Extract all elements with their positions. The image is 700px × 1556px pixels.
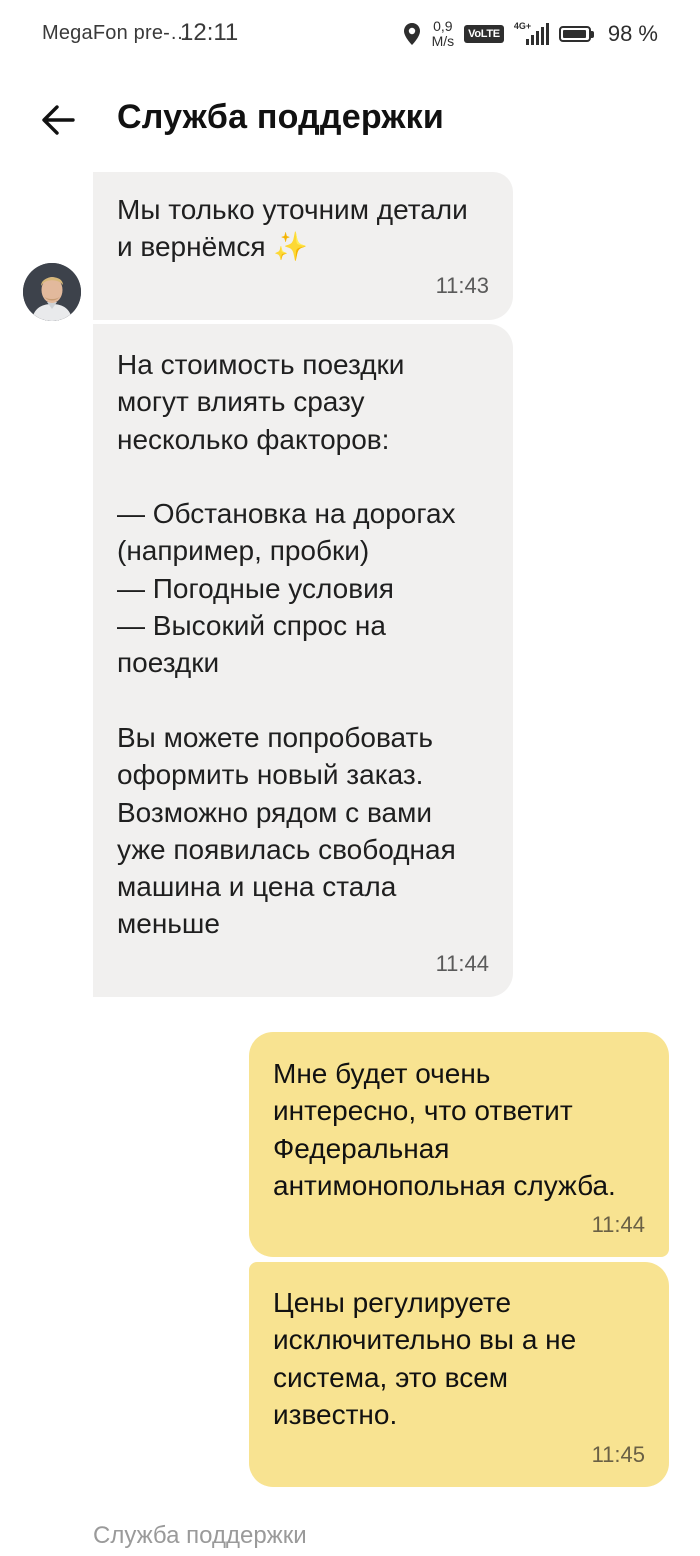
message-bubble-incoming[interactable]: На стоимость поездки могут влиять сразу … — [93, 324, 513, 997]
message-text: Мне будет очень интересно, что ответит Ф… — [273, 1058, 616, 1201]
message-time: 11:43 — [435, 273, 489, 298]
message-bubble-outgoing[interactable]: Цены регулируете исключительно вы а не с… — [249, 1262, 669, 1487]
network-type: 4G+ — [513, 21, 532, 31]
page-title: Служба поддержки — [117, 98, 444, 136]
battery-icon — [558, 26, 594, 42]
sender-label: Служба поддержки — [93, 1522, 307, 1549]
message-time: 11:44 — [435, 951, 489, 976]
speed-unit: M/s — [431, 33, 455, 49]
status-clock: 12:11 — [180, 19, 239, 46]
message-bubble-incoming[interactable]: Мы только уточним детали и вернёмся ✨ 11… — [93, 172, 513, 320]
status-indicators: 0,9 M/s VoLTE 4G+ 98 % — [402, 14, 658, 54]
network-speed: 0,9 M/s — [432, 19, 455, 49]
arrow-left-icon — [42, 105, 75, 135]
message-text: Цены регулируете исключительно вы а не с… — [273, 1287, 577, 1430]
avatar-photo — [23, 263, 81, 321]
status-bar: MegaFon pre-… 12:11 0,9 M/s VoLTE 4G+ 98… — [0, 0, 700, 70]
signal-icon: 4G+ — [513, 21, 549, 45]
battery-level-fill — [562, 30, 587, 38]
message-bubble-outgoing[interactable]: Мне будет очень интересно, что ответит Ф… — [249, 1032, 669, 1257]
carrier-name: MegaFon pre-… — [42, 22, 191, 44]
message-text: Мы только уточним детали и вернёмся ✨ — [117, 194, 468, 263]
speed-value: 0,9 — [433, 18, 453, 34]
location-icon — [403, 23, 420, 45]
message-time: 11:45 — [591, 1442, 645, 1467]
back-button[interactable] — [36, 98, 80, 142]
message-time: 11:44 — [591, 1212, 645, 1237]
volte-badge: VoLTE — [464, 25, 504, 43]
chat-header: Служба поддержки — [0, 80, 700, 160]
battery-percent: 98 % — [607, 21, 658, 46]
support-agent-avatar — [23, 263, 81, 321]
message-text: На стоимость поездки могут влиять сразу … — [117, 349, 456, 940]
